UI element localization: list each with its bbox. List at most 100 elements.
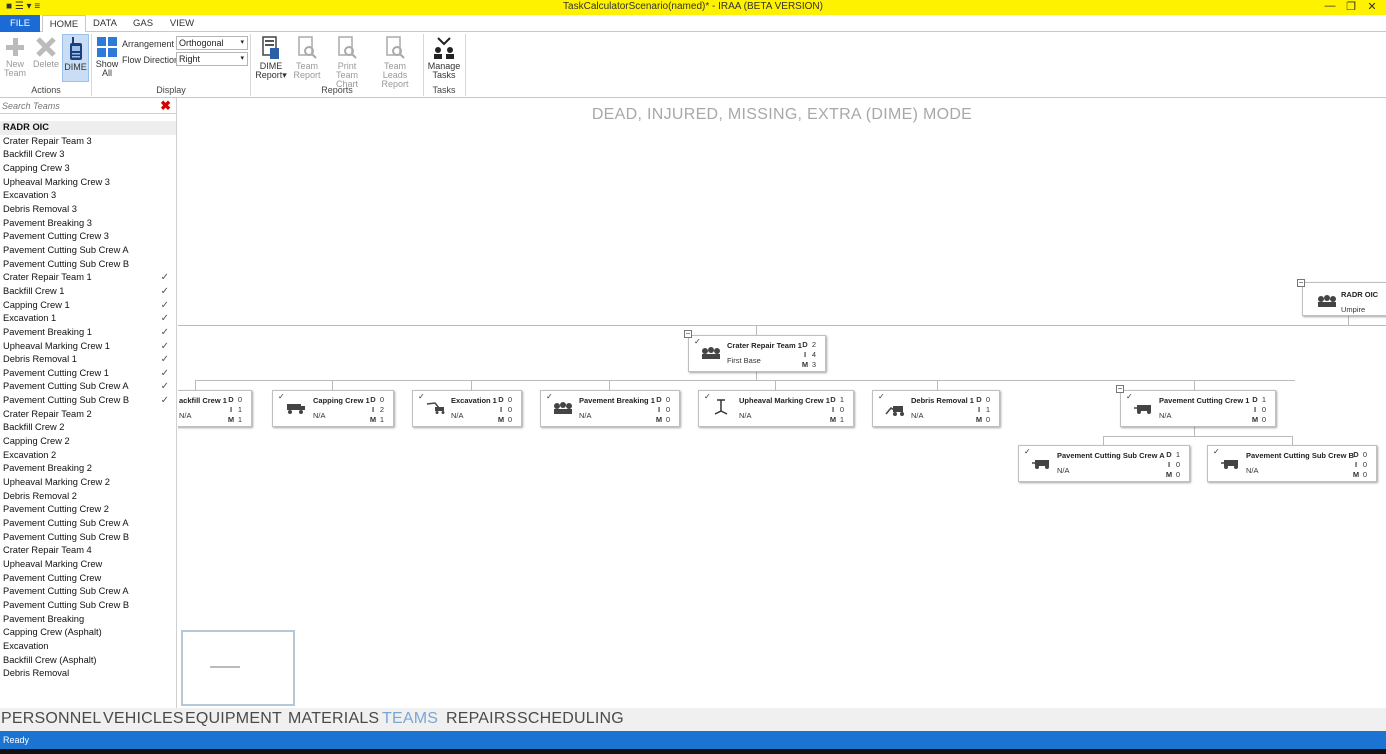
collapse-toggle[interactable]: − [1116,385,1124,393]
team-list-item[interactable]: Backfill Crew (Asphalt) [0,654,176,668]
minimize-button[interactable]: — [1320,0,1340,12]
saw-icon [1032,460,1049,469]
team-list-item[interactable]: Pavement Breaking 2 [0,462,176,476]
team-list-item[interactable]: Pavement Cutting Crew 2 [0,503,176,517]
collapse-toggle[interactable]: − [1297,279,1305,287]
minimap-viewport[interactable] [182,631,294,705]
arrangement-select[interactable]: Orthogonal ▾ [176,36,248,50]
team-list-item[interactable]: Pavement Cutting Sub Crew A [0,585,176,599]
team-node-pavement-breaking-1[interactable]: ✓ Pavement Breaking 1 N/A D0 I0 M0 [540,390,680,427]
team-list-item[interactable]: Pavement Cutting Crew [0,572,176,586]
manage-tasks-button[interactable]: Manage Tasks [427,36,461,80]
delete-button[interactable]: Delete [32,36,60,69]
flow-direction-select[interactable]: Right ▾ [176,52,248,66]
nav-materials[interactable]: MATERIALS [288,710,379,728]
team-list-item[interactable]: Pavement Cutting Sub Crew B [0,599,176,613]
nav-repairs[interactable]: REPAIRS [446,710,516,728]
print-team-chart-button[interactable]: Print Team Chart [328,36,366,89]
team-list-item[interactable]: Capping Crew 2 [0,435,176,449]
restore-button[interactable]: ❐ [1341,0,1361,13]
team-list-item-label: Pavement Cutting Crew 2 [3,504,109,515]
arrangement-label: Arrangement [122,39,175,49]
team-list-item[interactable]: Pavement Cutting Sub Crew B [0,531,176,545]
search-input[interactable] [2,99,152,113]
team-list-item[interactable]: Upheaval Marking Crew 1 ✓ [0,340,176,354]
nav-teams[interactable]: TEAMS [382,710,438,728]
node-location: N/A [579,411,592,420]
new-team-button[interactable]: New Team [2,36,28,78]
team-list-item[interactable]: Crater Repair Team 2 [0,408,176,422]
team-node-pavement-cutting-sub-crew-b[interactable]: ✓ Pavement Cutting Sub Crew B N/A D0 I0 … [1207,445,1377,482]
team-list-item[interactable]: Excavation 2 [0,449,176,463]
team-list-item[interactable]: Crater Repair Team 1 ✓ [0,271,176,285]
radio-icon [69,37,82,60]
team-node-excavation-1[interactable]: ✓ Excavation 1 N/A D0 I0 M0 [412,390,522,427]
team-node-radr-oic[interactable]: RADR OIC Umpire [1302,282,1386,316]
team-list-item[interactable]: Pavement Breaking 3 [0,217,176,231]
tab-file[interactable]: FILE [0,15,40,32]
team-report-button[interactable]: Team Report [292,36,322,80]
team-list-item[interactable]: RADR OIC [0,121,176,135]
team-list-item[interactable]: Debris Removal 3 [0,203,176,217]
team-list-item[interactable]: Capping Crew 3 [0,162,176,176]
clear-search-icon[interactable]: ✖ [160,98,171,113]
tab-view[interactable]: VIEW [166,15,198,32]
tab-home[interactable]: HOME [42,15,86,33]
overview-minimap[interactable] [181,630,295,706]
personnel-group-icon [1318,295,1336,307]
team-leads-report-button[interactable]: Team Leads Report [372,36,418,89]
dime-d-count: 0 [985,395,991,404]
team-list-item[interactable]: Pavement Cutting Sub Crew A [0,517,176,531]
team-list-item[interactable]: Pavement Breaking [0,613,176,627]
team-list-item-label: Upheaval Marking Crew 1 [3,340,110,351]
team-list-item[interactable]: Backfill Crew 1 ✓ [0,285,176,299]
dime-button[interactable]: DIME [62,34,89,82]
team-list-item[interactable]: Debris Removal 2 [0,490,176,504]
team-list-item[interactable]: Crater Repair Team 4 [0,544,176,558]
team-list-item[interactable]: Pavement Breaking 1 ✓ [0,326,176,340]
tab-data[interactable]: DATA [89,15,121,32]
team-node-debris-removal-1[interactable]: ✓ Debris Removal 1 N/A D0 I1 M0 [872,390,1000,427]
nav-vehicles[interactable]: VEHICLES [103,710,184,728]
check-icon: ✓ [160,354,169,366]
team-list-item[interactable]: Backfill Crew 3 [0,148,176,162]
team-list-item[interactable]: Upheaval Marking Crew 2 [0,476,176,490]
team-list-item[interactable]: Pavement Cutting Sub Crew A [0,244,176,258]
show-all-button[interactable]: Show All [94,36,120,78]
team-list-item[interactable]: Excavation 3 [0,189,176,203]
team-list-item[interactable]: Capping Crew (Asphalt) [0,626,176,640]
team-node-pavement-cutting-crew-1[interactable]: ✓ Pavement Cutting Crew 1 N/A D1 I0 M0 [1120,390,1276,427]
team-list-item[interactable]: Pavement Cutting Crew 3 [0,230,176,244]
loader-icon [885,406,904,416]
team-list-item[interactable]: Capping Crew 1 ✓ [0,299,176,313]
team-list-item[interactable]: Debris Removal [0,667,176,681]
check-icon: ✓ [160,326,169,338]
team-list-item[interactable]: Pavement Cutting Sub Crew B [0,258,176,272]
close-button[interactable]: ✕ [1362,0,1382,13]
team-list-item[interactable]: Backfill Crew 2 [0,421,176,435]
collapse-toggle[interactable]: − [684,330,692,338]
nav-personnel[interactable]: PERSONNEL [1,710,102,728]
team-list-item[interactable]: Pavement Cutting Sub Crew A ✓ [0,380,176,394]
team-list-item[interactable]: Upheaval Marking Crew [0,558,176,572]
team-list-item[interactable]: Upheaval Marking Crew 3 [0,176,176,190]
tab-gas[interactable]: GAS [128,15,158,32]
team-node-capping-crew-1[interactable]: ✓ Capping Crew 1 N/A D0 I2 M1 [272,390,394,427]
team-list-item[interactable]: Crater Repair Team 3 [0,135,176,149]
team-list-item[interactable]: Excavation 1 ✓ [0,312,176,326]
team-node-crater-repair-team-1[interactable]: ✓ Crater Repair Team 1 First Base D2 I4 … [688,335,826,372]
team-node-upheaval-marking-crew-1[interactable]: ✓ Upheaval Marking Crew 1 N/A D1 I0 M1 [698,390,854,427]
dime-report-button[interactable]: DIME Report▾ [254,36,288,80]
team-list-item[interactable]: Pavement Cutting Crew 1 ✓ [0,367,176,381]
team-node-pavement-cutting-sub-crew-a[interactable]: ✓ Pavement Cutting Sub Crew A N/A D1 I0 … [1018,445,1190,482]
dime-i-count: 2 [379,405,385,414]
dime-report-label: DIME Report [255,61,283,80]
team-list-item[interactable]: Pavement Cutting Sub Crew B ✓ [0,394,176,408]
team-list-item[interactable]: Excavation [0,640,176,654]
nav-scheduling[interactable]: SCHEDULING [517,710,624,728]
team-list-item[interactable]: Debris Removal 1 ✓ [0,353,176,367]
team-node-backfill-crew-1[interactable]: ackfill Crew 1 N/A D0 I1 M1 [178,390,252,427]
dime-m-count: 0 [985,415,991,424]
node-location: N/A [313,411,326,420]
nav-equipment[interactable]: EQUIPMENT [185,710,282,728]
